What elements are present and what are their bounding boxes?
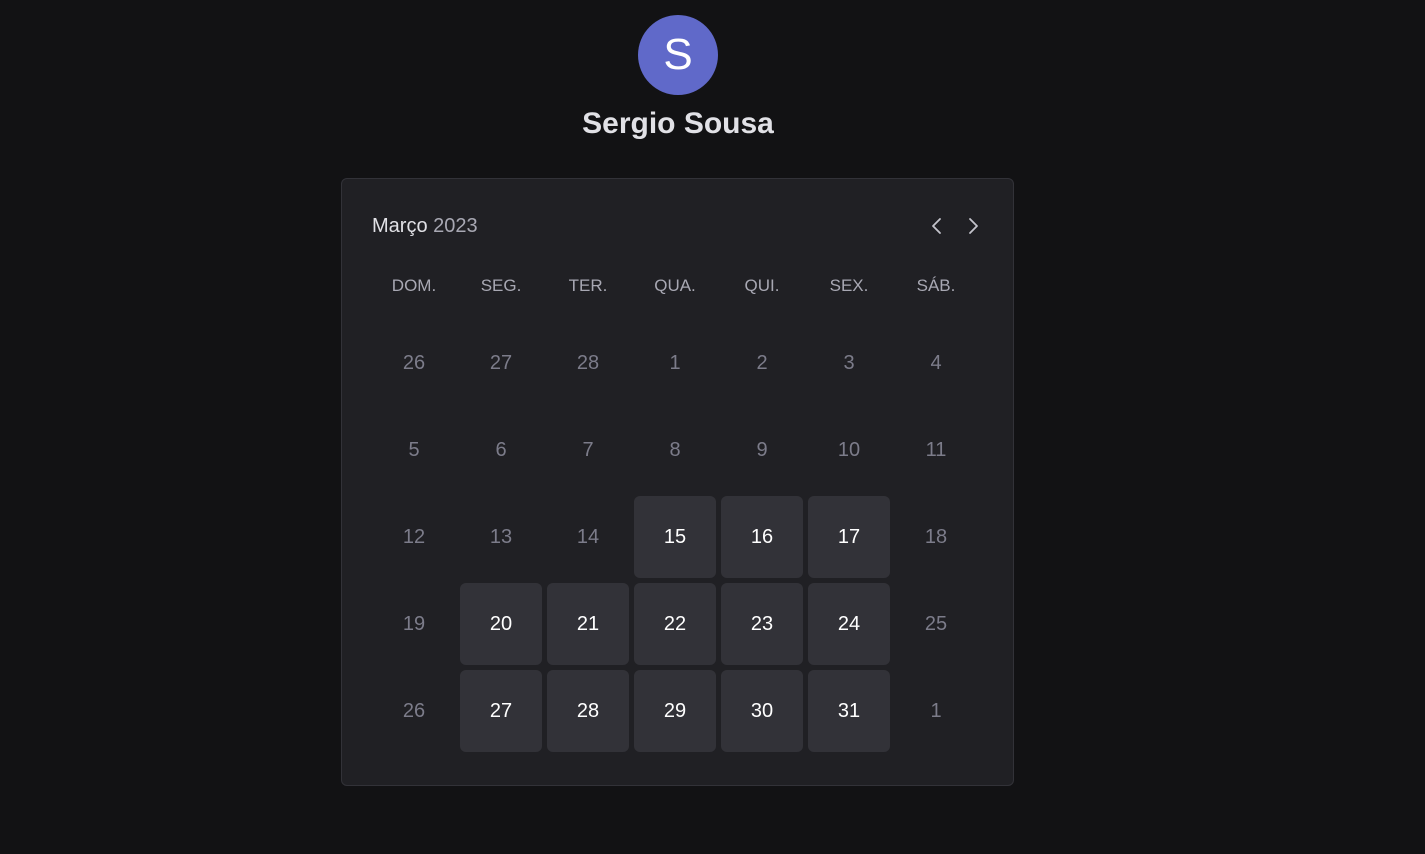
disabled-day: 7 <box>582 438 594 461</box>
available-day-button[interactable]: 16 <box>721 496 803 578</box>
calendar-days-grid: 26 27 28 1 2 3 4 5 6 7 8 9 10 11 12 13 14 15 16 17 18 19 20 21 2… <box>373 322 977 752</box>
disabled-day: 8 <box>669 438 681 461</box>
disabled-day: 1 <box>669 351 681 374</box>
disabled-day: 13 <box>489 525 513 548</box>
disabled-day: 1 <box>930 699 942 722</box>
user-name: Sergio Sousa <box>582 107 774 140</box>
weekday-label: SEG. <box>480 276 522 295</box>
disabled-day: 10 <box>837 438 861 461</box>
disabled-day: 5 <box>408 438 420 461</box>
available-day-button[interactable]: 21 <box>547 583 629 665</box>
weekday-label: QUA. <box>654 276 696 295</box>
weekday-label: TER. <box>568 276 608 295</box>
chevron-right-icon <box>969 218 978 234</box>
weekday-label: DOM. <box>391 276 437 295</box>
available-day-button[interactable]: 17 <box>808 496 890 578</box>
disabled-day: 25 <box>924 612 948 635</box>
disabled-day: 11 <box>925 438 947 461</box>
disabled-day: 18 <box>924 525 948 548</box>
chevron-left-icon <box>932 218 941 234</box>
available-day-button[interactable]: 22 <box>634 583 716 665</box>
disabled-day: 6 <box>495 438 507 461</box>
disabled-day: 3 <box>843 351 855 374</box>
available-day-button[interactable]: 24 <box>808 583 890 665</box>
disabled-day: 4 <box>930 351 942 374</box>
available-day-button[interactable]: 27 <box>460 670 542 752</box>
disabled-day: 26 <box>402 351 426 374</box>
calendar-title: Março 2023 <box>372 213 478 239</box>
disabled-day: 27 <box>489 351 513 374</box>
available-day-button[interactable]: 23 <box>721 583 803 665</box>
disabled-day: 12 <box>402 525 426 548</box>
available-day-button[interactable]: 31 <box>808 670 890 752</box>
available-day-button[interactable]: 15 <box>634 496 716 578</box>
available-day-button[interactable]: 20 <box>460 583 542 665</box>
calendar: Março 2023 DOM. SEG. TER. QUA. QUI. SEX. SÁB. … <box>341 178 1014 786</box>
calendar-month: Março <box>372 215 428 237</box>
next-month-button[interactable] <box>961 212 985 240</box>
weekday-header-row: DOM. SEG. TER. QUA. QUI. SEX. SÁB. <box>373 273 977 299</box>
available-day-button[interactable]: 29 <box>634 670 716 752</box>
available-day-button[interactable]: 30 <box>721 670 803 752</box>
disabled-day: 2 <box>756 351 768 374</box>
disabled-day: 14 <box>576 525 600 548</box>
available-day-button[interactable]: 28 <box>547 670 629 752</box>
disabled-day: 19 <box>402 612 426 635</box>
weekday-label: QUI. <box>744 276 780 295</box>
weekday-label: SEX. <box>829 276 869 295</box>
disabled-day: 26 <box>402 699 426 722</box>
avatar: S <box>638 15 718 95</box>
disabled-day: 9 <box>756 438 768 461</box>
weekday-label: SÁB. <box>916 276 956 295</box>
disabled-day: 28 <box>576 351 600 374</box>
calendar-year: 2023 <box>433 215 478 237</box>
previous-month-button[interactable] <box>925 212 949 240</box>
